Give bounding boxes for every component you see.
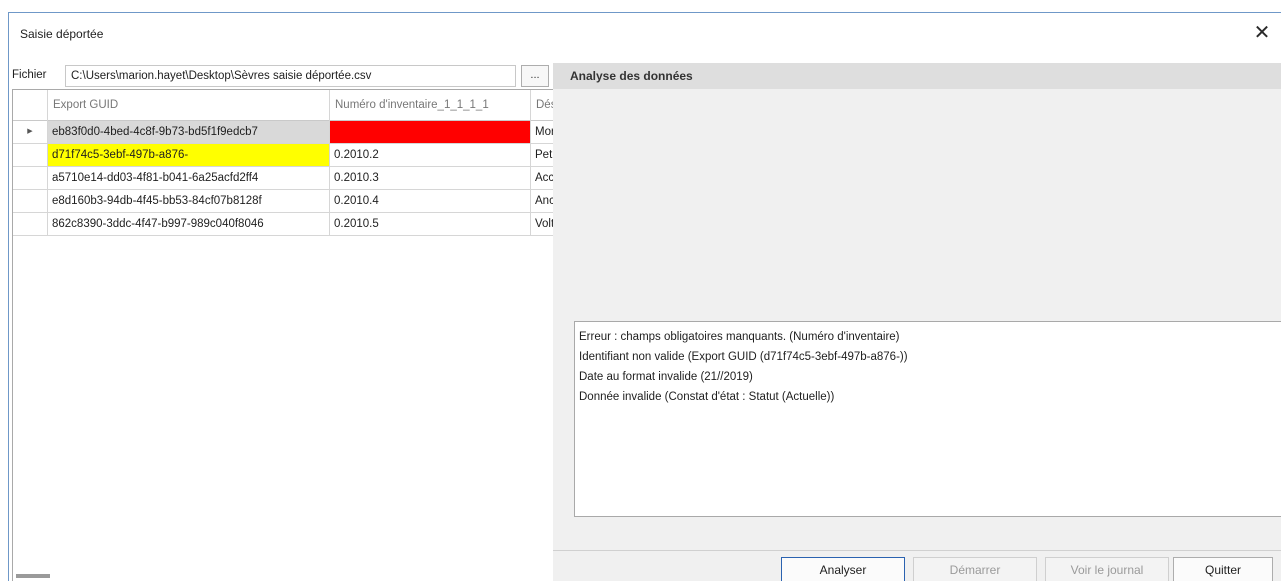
grid-header: Export GUID Numéro d'inventaire_1_1_1_1 … [13, 90, 554, 121]
analysis-panel: Analyse des données Erreur : champs obli… [553, 63, 1281, 581]
close-icon[interactable]: ✕ [1251, 22, 1273, 44]
cell-designation[interactable]: Mor [531, 121, 554, 144]
cell-designation[interactable]: Peti [531, 144, 554, 167]
file-row: Fichier ... [9, 63, 553, 89]
window-title: Saisie déportée [20, 27, 104, 41]
button-bar: Analyser Démarrer Voir le journal Quitte… [553, 550, 1281, 581]
table-row[interactable]: e8d160b3-94db-4f45-bb53-84cf07b8128f 0.20… [13, 190, 554, 213]
file-label: Fichier [12, 69, 47, 81]
cell-export-guid[interactable]: 862c8390-3ddc-4f47-b997-989c040f8046 [48, 213, 330, 236]
column-header-inventory-number[interactable]: Numéro d'inventaire_1_1_1_1 [330, 90, 531, 121]
analyze-button[interactable]: Analyser [781, 557, 905, 581]
log-message: Donnée invalide (Constat d'état : Statut… [579, 391, 835, 403]
cell-designation[interactable]: Acc [531, 167, 554, 190]
cell-export-guid[interactable]: a5710e14-dd03-4f81-b041-6a25acfd2ff4 [48, 167, 330, 190]
data-grid[interactable]: Export GUID Numéro d'inventaire_1_1_1_1 … [12, 89, 555, 581]
cell-inventory-number[interactable]: 0.2010.3 [330, 167, 531, 190]
table-row[interactable]: d71f74c5-3ebf-497b-a876- 0.2010.2 Peti [13, 144, 554, 167]
analysis-log[interactable]: Erreur : champs obligatoires manquants. … [574, 321, 1281, 517]
cell-inventory-number[interactable]: 0.2010.5 [330, 213, 531, 236]
cell-inventory-number[interactable]: 0.2010.4 [330, 190, 531, 213]
cell-export-guid[interactable]: e8d160b3-94db-4f45-bb53-84cf07b8128f [48, 190, 330, 213]
horizontal-scrollbar[interactable] [16, 574, 50, 578]
table-row[interactable]: ▶ eb83f0d0-4bed-4c8f-9b73-bd5f1f9edcb7 Mor [13, 121, 554, 144]
log-message: Date au format invalide (21//2019) [579, 371, 753, 383]
row-indicator [13, 190, 48, 213]
cell-designation[interactable]: Volt [531, 213, 554, 236]
dialog-window: Saisie déportée ✕ Fichier ... Export GUI… [8, 12, 1281, 581]
title-bar: Saisie déportée ✕ [9, 13, 1281, 55]
log-message: Erreur : champs obligatoires manquants. … [579, 331, 900, 343]
column-header-export-guid[interactable]: Export GUID [48, 90, 330, 121]
table-row[interactable]: 862c8390-3ddc-4f47-b997-989c040f8046 0.20… [13, 213, 554, 236]
cell-designation[interactable]: Anc [531, 190, 554, 213]
row-indicator [13, 167, 48, 190]
cell-inventory-number[interactable]: 0.2010.2 [330, 144, 531, 167]
file-path-input[interactable] [65, 65, 516, 87]
import-panel: Fichier ... Export GUID Numéro d'inventa… [9, 63, 555, 581]
analysis-title: Analyse des données [570, 69, 693, 83]
row-indicator [13, 144, 48, 167]
table-row[interactable]: a5710e14-dd03-4f81-b041-6a25acfd2ff4 0.20… [13, 167, 554, 190]
indicator-header [13, 90, 48, 121]
log-message: Identifiant non valide (Export GUID (d71… [579, 351, 908, 363]
browse-button[interactable]: ... [521, 65, 549, 87]
row-indicator [13, 213, 48, 236]
start-button[interactable]: Démarrer [913, 557, 1037, 581]
cell-export-guid[interactable]: d71f74c5-3ebf-497b-a876- [48, 144, 330, 167]
cell-inventory-number[interactable] [330, 121, 531, 144]
view-journal-button[interactable]: Voir le journal [1045, 557, 1169, 581]
analysis-header: Analyse des données [553, 63, 1281, 89]
current-row-indicator-icon: ▶ [13, 121, 48, 144]
column-header-designation[interactable]: Dési [531, 90, 554, 121]
cell-export-guid[interactable]: eb83f0d0-4bed-4c8f-9b73-bd5f1f9edcb7 [48, 121, 330, 144]
quit-button[interactable]: Quitter [1173, 557, 1273, 581]
